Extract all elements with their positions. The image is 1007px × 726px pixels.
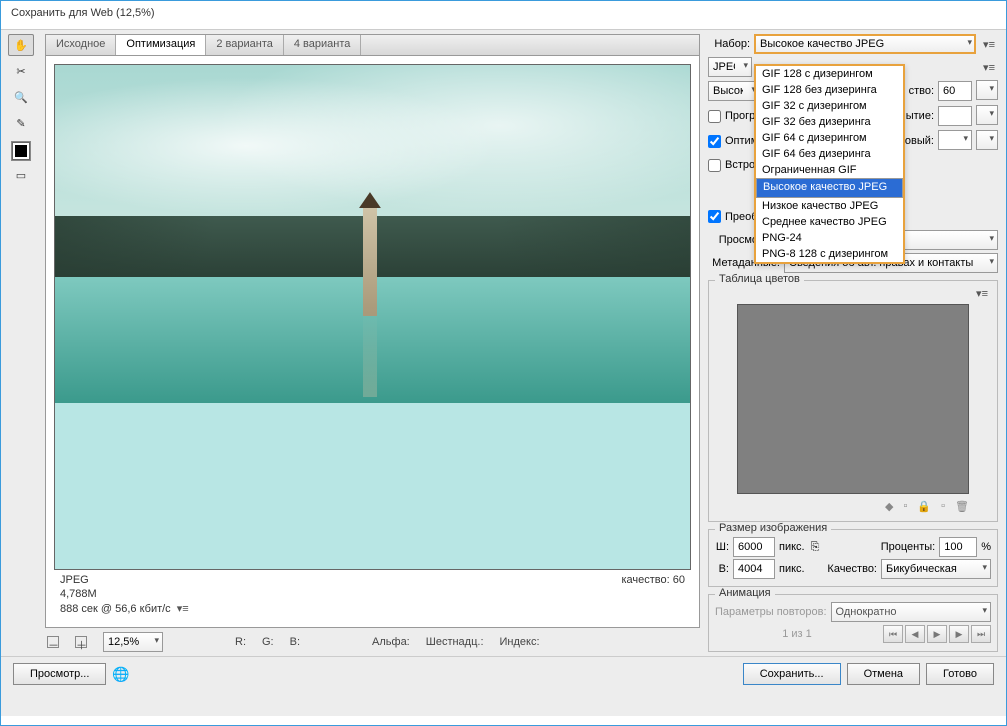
cancel-button[interactable]: Отмена [847,663,920,685]
quality-slider-icon[interactable] [976,80,998,100]
index-label: Индекс: [500,636,540,648]
eyedropper-tool[interactable]: ✎ [8,112,34,134]
optimize-menu-icon[interactable]: ▾≡ [980,61,998,74]
height-label: В: [715,563,729,575]
animation-title: Анимация [715,587,775,599]
anim-next-icon: ▶ [949,625,969,643]
preset-dropdown: GIF 128 с дизерингом GIF 128 без дизерин… [754,64,905,264]
palette-shift-icon[interactable]: ▫ [904,500,908,513]
preset-label: Набор: [708,38,750,50]
preview-canvas[interactable] [54,64,691,570]
matte-label: овый: [905,135,934,147]
resample-select[interactable] [881,559,991,579]
tab-original[interactable]: Исходное [46,35,116,55]
height-input[interactable] [733,559,775,579]
blur-input[interactable] [938,106,972,126]
px-label: пикс. [779,541,805,553]
hand-tool[interactable]: ✋ [8,34,34,56]
link-icon[interactable]: ⎘ [809,541,822,554]
blur-label: ытие: [906,110,934,122]
preset-option[interactable]: Ограниченная GIF [756,162,903,178]
quality-readout: качество: 60 [621,574,685,586]
image-size-title: Размер изображения [715,522,831,534]
preset-option[interactable]: GIF 64 с дизерингом [756,130,903,146]
save-button[interactable]: Сохранить... [743,663,841,685]
alpha-label: Альфа: [372,636,410,648]
anim-last-icon: ⏭ [971,625,991,643]
color-swatch[interactable] [12,142,30,160]
preset-option[interactable]: GIF 128 с дизерингом [756,66,903,82]
anim-play-icon: ▶ [927,625,947,643]
palette-delete-icon[interactable]: 🗑 [955,500,969,513]
percent-sign: % [981,541,991,553]
preview-button[interactable]: Просмотр... [13,663,106,685]
color-readout-row: － ＋ R: G: B: Альфа: Шестнадц.: Индекс: [45,628,700,656]
percent-label: Проценты: [881,541,936,553]
frame-position: 1 из 1 [715,628,879,640]
minus-icon[interactable]: － [47,636,59,648]
matte-drop-icon[interactable] [976,130,998,150]
anim-first-icon: ⏮ [883,625,903,643]
plus-icon[interactable]: ＋ [75,636,87,648]
b-label: B: [290,636,300,648]
preset-menu-icon[interactable]: ▾≡ [980,38,998,51]
window-title: Сохранить для Web (12,5%) [1,1,1006,29]
blur-slider-icon[interactable] [976,105,998,125]
tool-column: ✋ ✂ 🔍 ✎ ▭ [1,30,41,656]
r-label: R: [235,636,246,648]
filesize-label: 4,788M [60,588,97,600]
done-button[interactable]: Готово [926,663,994,685]
zoom-select[interactable] [103,632,163,652]
anim-prev-icon: ◀ [905,625,925,643]
format-label: JPEG [60,574,89,586]
matte-select[interactable] [938,130,972,150]
width-input[interactable] [733,537,775,557]
slice-tool[interactable]: ✂ [8,60,34,82]
tab-4up[interactable]: 4 варианта [284,35,362,55]
time-menu-icon[interactable]: ▾≡ [174,603,192,615]
palette-new-icon[interactable]: ▫ [941,500,945,513]
browser-icon[interactable]: 🌐 [112,666,129,683]
loop-select [831,602,991,622]
palette-lock-icon[interactable]: 🔒 [917,500,931,513]
quality-input[interactable] [938,81,972,101]
color-table [737,304,969,494]
tab-2up[interactable]: 2 варианта [206,35,284,55]
preset-option[interactable]: GIF 128 без дизеринга [756,82,903,98]
resample-label: Качество: [827,563,877,575]
preset-option-selected[interactable]: Высокое качество JPEG [756,178,903,198]
preset-option[interactable]: GIF 64 без дизеринга [756,146,903,162]
color-table-title: Таблица цветов [715,273,804,285]
percent-input[interactable] [939,537,977,557]
format-select[interactable] [708,57,752,77]
loop-label: Параметры повторов: [715,606,827,618]
preset-select[interactable] [754,34,976,54]
toggle-slices-icon[interactable]: ▭ [8,164,34,186]
preset-option[interactable]: PNG-24 [756,230,903,246]
view-tabs: Исходное Оптимизация 2 варианта 4 вариан… [45,34,700,56]
px-label2: пикс. [779,563,805,575]
preset-option[interactable]: PNG-8 128 с дизерингом [756,246,903,262]
preset-option[interactable]: GIF 32 с дизерингом [756,98,903,114]
quality-preset-select[interactable] [708,81,760,101]
quality-label: ство: [909,85,934,97]
palette-menu-icon[interactable]: ▾≡ [973,288,991,300]
preset-option[interactable]: Среднее качество JPEG [756,214,903,230]
zoom-tool[interactable]: 🔍 [8,86,34,108]
tab-optimized[interactable]: Оптимизация [116,35,206,55]
width-label: Ш: [715,541,729,553]
g-label: G: [262,636,274,648]
preset-option[interactable]: GIF 32 без дизеринга [756,114,903,130]
palette-pick-icon[interactable]: ◆ [885,500,893,513]
hex-label: Шестнадц.: [426,636,484,648]
preset-option[interactable]: Низкое качество JPEG [756,198,903,214]
download-time: 888 сек @ 56,6 кбит/с [60,603,171,615]
